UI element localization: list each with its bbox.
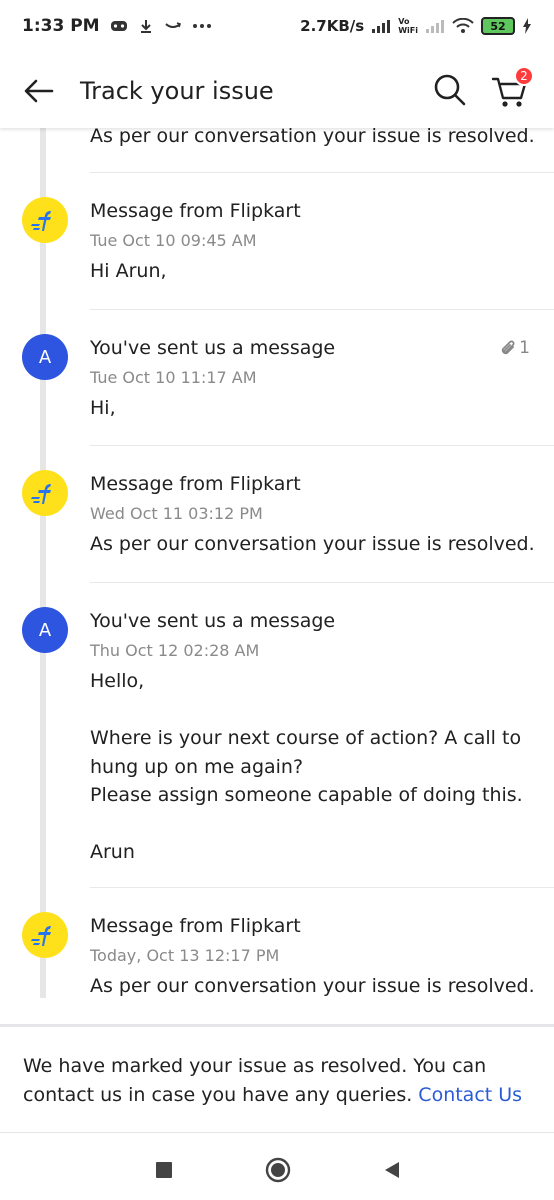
home-circle-icon bbox=[265, 1157, 291, 1183]
message-timestamp: Tue Oct 10 09:45 AM bbox=[90, 231, 257, 250]
amazon-icon bbox=[164, 20, 182, 32]
flipkart-logo-icon bbox=[31, 484, 51, 504]
user-avatar: A bbox=[22, 607, 68, 653]
contact-us-link[interactable]: Contact Us bbox=[418, 1084, 522, 1106]
user-avatar: A bbox=[22, 334, 68, 380]
paperclip-icon bbox=[501, 340, 515, 355]
message-body: Hi, bbox=[90, 397, 116, 419]
game-icon bbox=[110, 18, 128, 34]
message-title: Message from Flipkart bbox=[90, 200, 301, 222]
timeline-entry: A You've sent us a message 1 Tue Oct 10 … bbox=[0, 310, 554, 446]
message-timestamp: Wed Oct 11 03:12 PM bbox=[90, 504, 263, 523]
timeline-entry-partial: As per our conversation your issue is re… bbox=[0, 128, 554, 173]
timeline-entry: Message from Flipkart Tue Oct 10 09:45 A… bbox=[0, 173, 554, 310]
message-title: You've sent us a message bbox=[90, 337, 336, 359]
message-title: Message from Flipkart bbox=[90, 473, 301, 495]
cart-count-badge: 2 bbox=[514, 66, 534, 86]
message-timestamp: Tue Oct 10 11:17 AM bbox=[90, 368, 257, 387]
arrow-left-icon bbox=[24, 79, 54, 103]
flipkart-avatar bbox=[22, 912, 68, 958]
status-time: 1:33 PM bbox=[22, 16, 100, 36]
resolution-text: We have marked your issue as resolved. Y… bbox=[23, 1055, 487, 1106]
message-timestamp: Today, Oct 13 12:17 PM bbox=[90, 946, 280, 965]
search-icon bbox=[434, 74, 466, 106]
system-nav-bar bbox=[0, 1140, 554, 1200]
more-icon bbox=[192, 23, 212, 29]
flipkart-logo-icon bbox=[31, 926, 51, 946]
signal-icon-secondary bbox=[425, 19, 445, 33]
message-body: As per our conversation your issue is re… bbox=[90, 533, 535, 555]
message-title: Message from Flipkart bbox=[90, 915, 301, 937]
wifi-icon bbox=[452, 18, 474, 34]
network-speed: 2.7KB/s bbox=[300, 17, 365, 35]
message-body: Hello, Where is your next course of acti… bbox=[90, 670, 523, 863]
back-button[interactable] bbox=[22, 74, 56, 108]
footer-divider bbox=[0, 1132, 554, 1133]
square-icon bbox=[156, 1162, 172, 1178]
download-icon bbox=[138, 18, 154, 34]
flipkart-logo-icon bbox=[31, 211, 51, 231]
charging-icon bbox=[522, 18, 532, 34]
back-nav-button[interactable] bbox=[376, 1154, 408, 1186]
message-body: As per our conversation your issue is re… bbox=[90, 975, 535, 997]
issue-timeline[interactable]: As per our conversation your issue is re… bbox=[0, 128, 554, 1024]
attachment-count: 1 bbox=[519, 338, 530, 358]
status-bar: 1:33 PM 2.7KB/s Vo WiFi 52 bbox=[0, 0, 554, 52]
flipkart-avatar bbox=[22, 470, 68, 516]
triangle-back-icon bbox=[385, 1162, 399, 1178]
message-body: Hi Arun, bbox=[90, 260, 167, 282]
timeline-entry: Message from Flipkart Wed Oct 11 03:12 P… bbox=[0, 446, 554, 583]
message-title: You've sent us a message bbox=[90, 610, 336, 632]
page-title: Track your issue bbox=[80, 77, 274, 105]
battery-indicator: 52 bbox=[481, 17, 515, 35]
recents-button[interactable] bbox=[148, 1154, 180, 1186]
vowifi-label: Vo WiFi bbox=[398, 17, 418, 35]
message-body: As per our conversation your issue is re… bbox=[90, 128, 535, 147]
flipkart-avatar bbox=[22, 197, 68, 243]
resolution-note: We have marked your issue as resolved. Y… bbox=[23, 1052, 533, 1109]
timeline-entry: Message from Flipkart Today, Oct 13 12:1… bbox=[0, 888, 554, 1024]
timeline-entry: A You've sent us a message Thu Oct 12 02… bbox=[0, 583, 554, 888]
cart-button[interactable]: 2 bbox=[490, 66, 534, 110]
home-button[interactable] bbox=[262, 1154, 294, 1186]
search-button[interactable] bbox=[432, 72, 468, 108]
message-timestamp: Thu Oct 12 02:28 AM bbox=[90, 641, 260, 660]
footer-separator bbox=[0, 1024, 554, 1027]
app-header: Track your issue 2 bbox=[0, 52, 554, 128]
attachment-indicator[interactable]: 1 bbox=[499, 338, 530, 358]
signal-icon bbox=[371, 19, 391, 33]
